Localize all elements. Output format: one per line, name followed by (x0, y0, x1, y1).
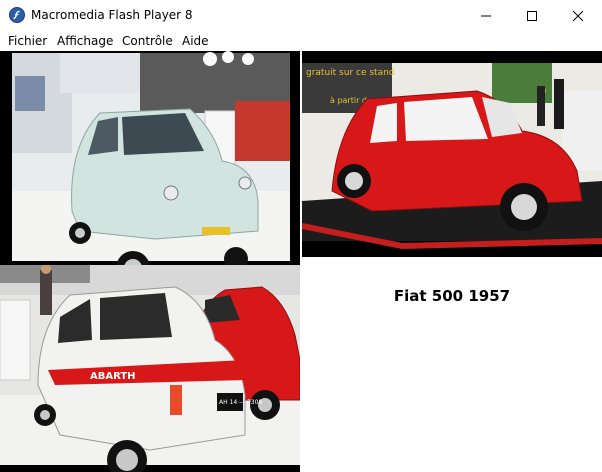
maximize-icon (527, 11, 537, 21)
window-title: Macromedia Flash Player 8 (31, 8, 193, 22)
photo-red-fiat: gratuit sur ce stand à partir d (302, 51, 602, 257)
minimize-icon (481, 15, 491, 17)
minimize-button[interactable] (463, 0, 509, 31)
menu-bar: Fichier Affichage Contrôle Aide (0, 31, 602, 51)
maximize-button[interactable] (509, 0, 555, 31)
caption-title: Fiat 500 1957 (393, 287, 511, 305)
flash-stage[interactable]: gratuit sur ce stand à partir d ABARTH A… (0, 51, 602, 472)
banner-text: gratuit sur ce stand (306, 68, 395, 78)
menu-affichage[interactable]: Affichage (57, 34, 113, 48)
menu-aide[interactable]: Aide (182, 34, 209, 48)
plate-text: AH 14 — 7308 (219, 399, 262, 406)
title-bar[interactable]: Macromedia Flash Player 8 (0, 0, 602, 31)
banner-subtext: à partir d (330, 96, 367, 105)
photo-blue-fiat (0, 51, 300, 266)
photo-abarth-fiat: ABARTH AH 14 — 7308 (0, 265, 300, 472)
flash-player-icon (9, 7, 25, 23)
menu-controle[interactable]: Contrôle (122, 34, 173, 48)
abarth-text: ABARTH (90, 371, 136, 382)
close-button[interactable] (555, 0, 601, 31)
menu-fichier[interactable]: Fichier (8, 34, 47, 48)
close-icon (572, 10, 584, 22)
